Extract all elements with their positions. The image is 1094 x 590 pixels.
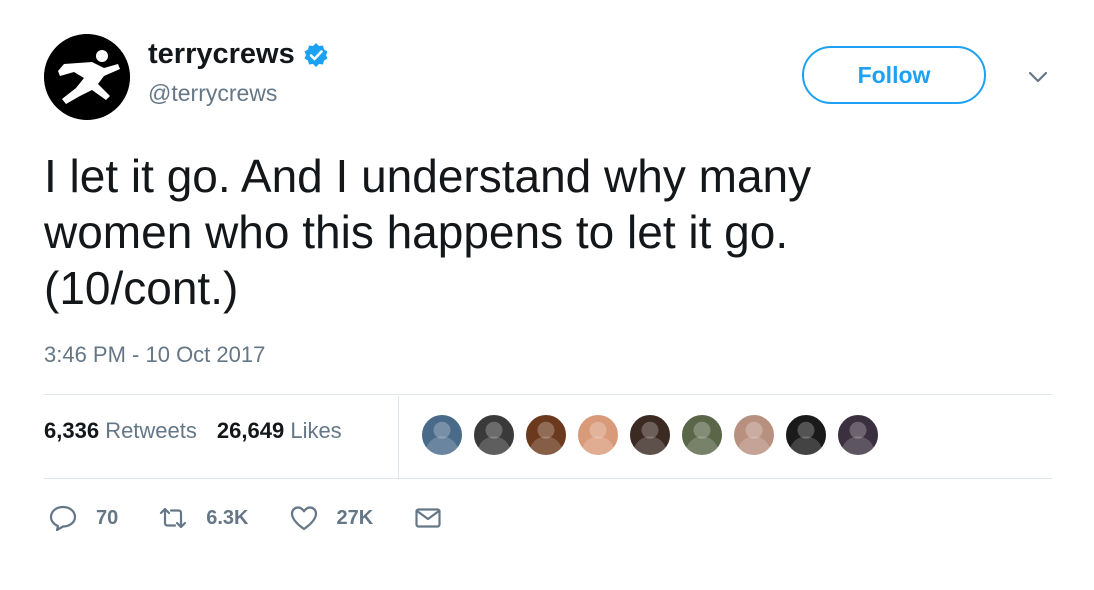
liker-avatar[interactable] bbox=[420, 413, 464, 457]
display-name-text[interactable]: terrycrews bbox=[148, 38, 295, 71]
display-name[interactable]: terrycrews bbox=[148, 38, 329, 71]
tweet-actions: 70 6.3K 27K bbox=[48, 503, 483, 533]
tweet-stats: 6,336 Retweets 26,649 Likes bbox=[44, 418, 362, 444]
tweet-timestamp[interactable]: 3:46 PM - 10 Oct 2017 bbox=[44, 342, 265, 368]
retweets-stat[interactable]: 6,336 Retweets bbox=[44, 418, 197, 444]
direct-message-button[interactable] bbox=[413, 503, 443, 533]
likes-stat[interactable]: 26,649 Likes bbox=[217, 418, 342, 444]
stats-separator bbox=[398, 396, 399, 478]
reply-icon bbox=[49, 505, 77, 532]
likes-count: 26,649 bbox=[216, 418, 285, 443]
avatar-silhouette-icon bbox=[44, 34, 130, 120]
liker-avatar[interactable] bbox=[784, 413, 828, 457]
retweet-button[interactable]: 6.3K bbox=[158, 503, 249, 533]
liker-avatar[interactable] bbox=[472, 413, 516, 457]
like-button[interactable]: 27K bbox=[289, 503, 374, 533]
reply-button[interactable]: 70 bbox=[48, 503, 118, 533]
retweet-icon bbox=[160, 507, 187, 529]
liker-avatar[interactable] bbox=[836, 413, 880, 457]
like-icon bbox=[290, 506, 317, 531]
liker-avatar[interactable] bbox=[732, 413, 776, 457]
tweet-line: I let it go. And I understand why many bbox=[44, 150, 812, 202]
retweets-count: 6,336 bbox=[44, 418, 100, 443]
liker-avatars bbox=[420, 413, 888, 457]
tweet-text: I let it go. And I understand why many w… bbox=[44, 148, 1024, 316]
divider bbox=[44, 394, 1052, 395]
liker-avatar[interactable] bbox=[524, 413, 568, 457]
retweets-label: Retweets bbox=[105, 418, 197, 443]
reply-count: 70 bbox=[96, 506, 119, 529]
verified-badge-icon bbox=[304, 42, 328, 67]
liker-avatar[interactable] bbox=[576, 413, 620, 457]
liker-avatar[interactable] bbox=[680, 413, 724, 457]
likes-label: Likes bbox=[290, 418, 342, 443]
direct-message-icon bbox=[415, 508, 441, 528]
profile-avatar[interactable] bbox=[44, 34, 130, 120]
caret-down-icon[interactable] bbox=[1027, 66, 1049, 88]
user-handle[interactable]: @terrycrews bbox=[148, 80, 277, 107]
tweet-line: women who this happens to let it go. bbox=[44, 206, 789, 258]
divider bbox=[44, 478, 1052, 479]
tweet-line: (10/cont.) bbox=[44, 262, 239, 314]
like-count: 27K bbox=[336, 506, 374, 529]
follow-button[interactable]: Follow bbox=[802, 46, 986, 104]
retweet-count: 6.3K bbox=[206, 506, 249, 529]
liker-avatar[interactable] bbox=[628, 413, 672, 457]
